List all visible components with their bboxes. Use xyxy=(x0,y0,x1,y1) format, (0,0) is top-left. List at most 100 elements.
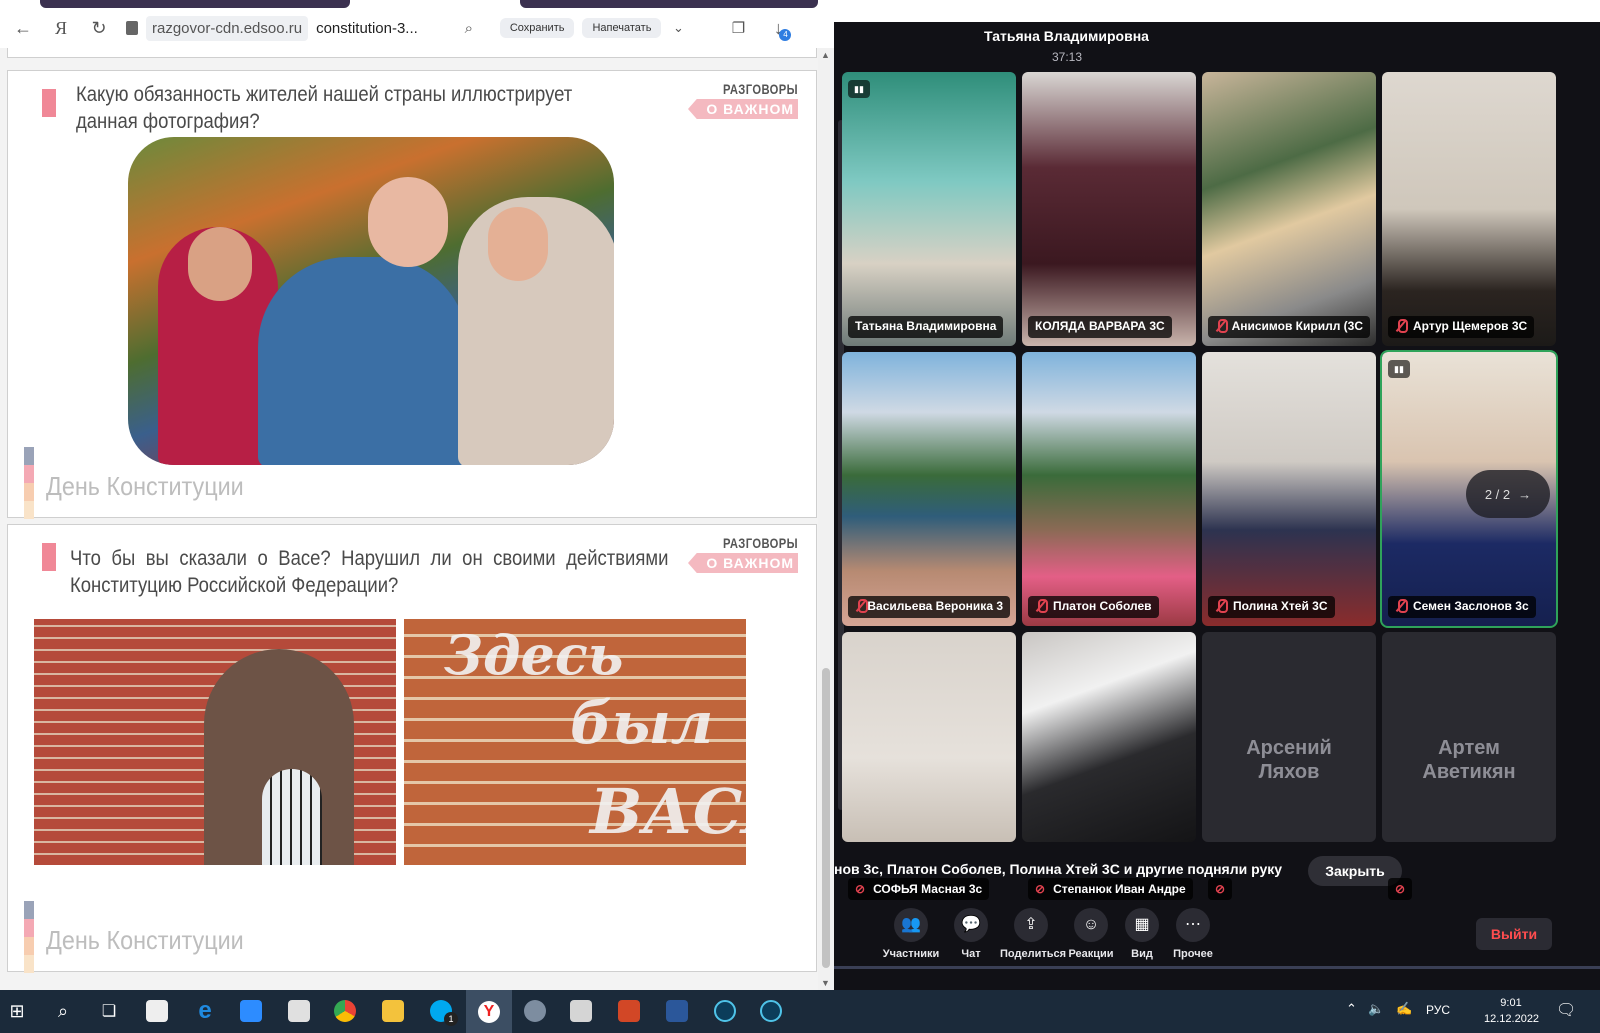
address-bar[interactable]: razgovor-cdn.edsoo.ru constitution-3... xyxy=(126,15,418,41)
task-view-button[interactable]: ❏ xyxy=(94,996,124,1026)
brand-top: РАЗГОВОРЫ xyxy=(722,535,798,551)
brand-logo: РАЗГОВОРЫ О ВАЖНОМ xyxy=(688,535,798,573)
video-conference-window: Татьяна Владимировна 37:13 ▮▮ Татьяна Вл… xyxy=(834,0,1600,990)
camera-app[interactable] xyxy=(142,996,172,1026)
video-tile[interactable]: Платон Соболев xyxy=(1022,352,1196,626)
share-icon: ⇪ xyxy=(1014,908,1048,942)
search-taskbar-button[interactable]: ⌕ xyxy=(48,996,78,1026)
video-tile[interactable]: Артур Щемеров 3С xyxy=(1382,72,1556,346)
windows-taskbar: ⊞ ⌕ ❏ e 1 Y ⌃ 🔈 ✍ РУС 9:01 12.12.2022 🗨 xyxy=(0,990,1600,1033)
back-icon[interactable]: ← xyxy=(8,13,38,43)
downloads-icon[interactable]: ↓ 4 xyxy=(763,13,793,43)
chat-button[interactable]: 💬 Чат xyxy=(940,908,1002,960)
slide-footer-title: День Конституции xyxy=(46,925,244,955)
video-tile[interactable]: КОЛЯДА ВАРВАРА 3С xyxy=(1022,72,1196,346)
powerpoint-icon xyxy=(618,1000,640,1022)
share-button[interactable]: ⇪ Поделиться xyxy=(1000,908,1067,960)
reload-icon[interactable]: ↻ xyxy=(84,13,114,43)
app-circle-1[interactable] xyxy=(710,996,740,1026)
participant-label: Татьяна Владимировна xyxy=(848,316,1004,338)
more-icon: ⋯ xyxy=(1176,908,1210,942)
app-circle-2[interactable] xyxy=(756,996,786,1026)
slide-question: Какую обязанность жителей нашей страны и… xyxy=(76,83,573,133)
input-language[interactable]: РУС xyxy=(1426,1003,1450,1017)
browser-tab-left[interactable] xyxy=(40,0,350,8)
slide-marker xyxy=(42,543,56,571)
app-globe[interactable] xyxy=(520,996,550,1026)
address-domain: razgovor-cdn.edsoo.ru xyxy=(146,15,309,41)
downloads-badge: 4 xyxy=(779,29,792,41)
scrollbar-thumb[interactable] xyxy=(822,668,830,968)
document-viewer: Какую обязанность жителей нашей страны и… xyxy=(0,48,818,990)
page-next-button[interactable]: 2 / 2 → xyxy=(1466,470,1550,518)
raised-hands-text: нов 3с, Платон Соболев, Полина Хтей 3С и… xyxy=(834,861,1283,877)
powerpoint-app[interactable] xyxy=(614,996,644,1026)
video-tile-active[interactable]: ▮▮ 2 / 2 → Семен Заслонов 3с xyxy=(1380,350,1558,628)
video-tile-no-camera[interactable]: Артем Аветикян xyxy=(1382,632,1556,842)
calculator-app[interactable] xyxy=(566,996,596,1026)
scroll-down-icon[interactable]: ▼ xyxy=(821,978,830,988)
zoom-app[interactable] xyxy=(236,996,266,1026)
yandex-browser-app[interactable]: Y xyxy=(466,990,512,1033)
control-label: Чат xyxy=(961,948,981,960)
mic-muted-icon: ⊘ xyxy=(1208,878,1233,900)
photo-window xyxy=(262,769,322,865)
video-tile-no-camera[interactable]: Арсений Ляхов xyxy=(1202,632,1376,842)
graffiti-line-2: был xyxy=(570,689,714,757)
video-tile[interactable]: Полина Хтей 3С xyxy=(1202,352,1376,626)
scroll-up-icon[interactable]: ▲ xyxy=(821,50,830,60)
footer-color-bars xyxy=(24,901,34,973)
chevron-down-icon[interactable]: ⌄ xyxy=(663,13,693,43)
vertical-scrollbar[interactable]: ▲ ▼ xyxy=(818,48,834,990)
skype-app[interactable]: 1 xyxy=(426,996,458,1026)
store-app[interactable] xyxy=(284,996,314,1026)
participants-button[interactable]: 👥 Участники xyxy=(880,908,942,960)
video-tile[interactable]: Васильева Вероника 3 xyxy=(842,352,1016,626)
volume-icon[interactable]: 🔈 xyxy=(1368,1001,1384,1017)
chevron-up-icon[interactable]: ⌃ xyxy=(1346,1001,1357,1017)
chrome-app[interactable] xyxy=(330,996,360,1026)
graffiti-line-1: Здесь xyxy=(444,623,624,687)
search-icon: ⌕ xyxy=(57,1000,69,1021)
photo-grandfather xyxy=(258,257,468,465)
participants-icon: 👥 xyxy=(894,908,928,942)
explorer-app[interactable] xyxy=(378,996,408,1026)
edge-app[interactable]: e xyxy=(190,996,220,1026)
pen-icon[interactable]: ✍ xyxy=(1396,1001,1412,1017)
signal-icon: ▮▮ xyxy=(848,80,870,98)
more-button[interactable]: ⋯ Прочее xyxy=(1162,908,1224,960)
print-button[interactable]: Напечатать xyxy=(582,18,662,38)
video-tile[interactable] xyxy=(1022,632,1196,842)
control-label: Поделиться xyxy=(1000,948,1067,960)
brand-top: РАЗГОВОРЫ xyxy=(722,81,798,97)
mic-muted-icon: ⊘ xyxy=(1388,878,1413,900)
start-button[interactable]: ⊞ xyxy=(2,996,32,1026)
mic-muted-icon xyxy=(1215,599,1228,613)
mic-muted-icon xyxy=(1395,599,1408,613)
video-tile[interactable] xyxy=(842,632,1016,842)
video-tile[interactable]: ▮▮ Татьяна Владимировна xyxy=(842,72,1016,346)
participant-name-placeholder: Артем Аветикян xyxy=(1422,737,1516,783)
notifications-icon[interactable]: 🗨 xyxy=(1556,1000,1576,1020)
bookmarks-icon[interactable]: ❐ xyxy=(723,13,753,43)
slide-1: Какую обязанность жителей нашей страны и… xyxy=(7,70,817,519)
call-timer: 37:13 xyxy=(1052,50,1083,64)
slide-previous xyxy=(7,48,817,58)
zoom-icon xyxy=(240,1000,262,1022)
video-tile[interactable]: Анисимов Кирилл (3С xyxy=(1202,72,1376,346)
system-clock[interactable]: 9:01 12.12.2022 xyxy=(1484,995,1539,1027)
save-button[interactable]: Сохранить xyxy=(499,18,575,38)
brand-bottom: О ВАЖНОМ xyxy=(688,99,798,119)
browser-window: ← Я ↻ razgovor-cdn.edsoo.ru constitution… xyxy=(0,0,834,990)
yandex-logo-icon[interactable]: Я xyxy=(46,13,76,43)
graffiti-line-3: ВАСЯ! xyxy=(590,775,746,848)
participant-label: Полина Хтей 3С xyxy=(1208,596,1335,618)
participant-label: Анисимов Кирилл (3С xyxy=(1208,316,1370,338)
participant-label: Артур Щемеров 3С xyxy=(1388,316,1535,338)
browser-tab-right[interactable] xyxy=(520,0,818,8)
leave-call-button[interactable]: Выйти xyxy=(1476,918,1552,950)
window-bottom-border xyxy=(834,966,1600,969)
word-app[interactable] xyxy=(662,996,692,1026)
search-icon[interactable]: ⌕ xyxy=(454,13,484,43)
family-photo xyxy=(128,137,614,465)
